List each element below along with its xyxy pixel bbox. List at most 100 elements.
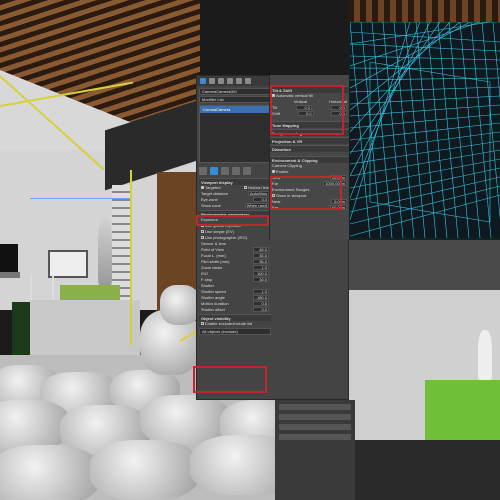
show-end-result-icon[interactable] bbox=[210, 167, 218, 175]
picture-frame bbox=[48, 250, 88, 278]
motion-duration-value[interactable]: 0.5 bbox=[253, 301, 269, 306]
remove-modifier-icon[interactable] bbox=[232, 167, 240, 175]
checkbox-icon[interactable] bbox=[201, 322, 204, 326]
label: Shutter offset bbox=[201, 307, 225, 312]
tilt-shift-rollout[interactable]: Tilt & Shift bbox=[270, 86, 349, 93]
distortion-rollout[interactable]: Distortion bbox=[270, 145, 349, 152]
wireframe-edge bbox=[350, 22, 371, 238]
left-rollout-column: CameraCamera001 Modifier List CoronaCame… bbox=[199, 87, 271, 336]
photographic-rollout[interactable]: Photographic parameters bbox=[199, 210, 271, 217]
wireframe-edge bbox=[437, 22, 459, 238]
radio-icon[interactable] bbox=[201, 236, 204, 240]
shift-horizontal-value[interactable]: 0.0 bbox=[330, 111, 347, 116]
eye-zone-value[interactable]: 0.0 bbox=[253, 197, 269, 202]
stack-icon-row bbox=[199, 165, 271, 177]
checkbox-icon[interactable] bbox=[272, 94, 275, 98]
show-cone-row: Show cone When used bbox=[199, 203, 271, 209]
camera-frustum-line bbox=[130, 170, 132, 345]
wireframe-edge bbox=[360, 22, 382, 238]
wireframe-viewport bbox=[350, 22, 500, 238]
zoom-value[interactable]: 1.0 bbox=[253, 265, 269, 270]
wireframe-edge bbox=[350, 158, 500, 189]
viewport-display-rollout[interactable]: Viewport display bbox=[199, 178, 271, 185]
tilt-vertical-value[interactable]: 0.0 bbox=[296, 105, 313, 110]
env-far-value[interactable]: 100.0cm bbox=[327, 205, 347, 210]
label: Use global exposure bbox=[205, 223, 242, 228]
far-clip-value[interactable]: 1000.00cm bbox=[323, 181, 347, 186]
postprocessing-rollout[interactable]: Postprocessing bbox=[270, 129, 349, 136]
projection-vr-rollout[interactable]: Projection & VR bbox=[270, 137, 349, 144]
checkbox-icon[interactable] bbox=[272, 170, 275, 174]
wireframe-edge bbox=[350, 95, 500, 105]
pin-icon[interactable] bbox=[199, 167, 207, 175]
label: Use simple (EV) bbox=[205, 229, 234, 234]
label: Shift bbox=[272, 111, 281, 116]
lower-panel bbox=[275, 400, 355, 500]
motion-tab-icon[interactable] bbox=[227, 78, 233, 84]
modifier-stack-item[interactable]: CoronaCamera bbox=[200, 106, 270, 113]
create-tab-icon[interactable] bbox=[200, 78, 206, 84]
exclude-include-row[interactable]: Enable exclude/include list bbox=[199, 321, 271, 327]
tilt-horizontal-value[interactable]: 0.0 bbox=[331, 105, 347, 110]
plant-vase bbox=[98, 215, 112, 285]
wireframe-edge bbox=[350, 149, 500, 177]
target-distance-value[interactable]: Auto/Man bbox=[247, 191, 269, 196]
configure-icon[interactable] bbox=[243, 167, 251, 175]
checkbox-icon[interactable] bbox=[272, 194, 275, 198]
show-cone-dropdown[interactable]: When used bbox=[244, 203, 269, 208]
label: Far bbox=[272, 205, 278, 210]
modifier-list-dropdown[interactable]: Modifier List bbox=[199, 96, 271, 103]
focal-value[interactable]: 35.0 bbox=[253, 253, 269, 258]
label: Use photographic (ISO) bbox=[205, 235, 248, 240]
wireframe-drawing bbox=[350, 22, 500, 238]
film-value[interactable]: 36.0 bbox=[253, 259, 269, 264]
modify-tab-icon[interactable] bbox=[209, 78, 215, 84]
tv-stand bbox=[0, 272, 20, 278]
shift-vertical-value[interactable]: 0.0 bbox=[297, 111, 314, 116]
near-clip-value[interactable]: 30.0cm bbox=[329, 175, 347, 180]
radio-icon[interactable] bbox=[201, 230, 204, 234]
shutter-angle-value[interactable]: 180.0 bbox=[253, 295, 269, 300]
checkbox-icon[interactable] bbox=[243, 186, 247, 190]
shutter-offset-value[interactable]: 0.0 bbox=[253, 307, 269, 312]
shaded-ceiling bbox=[348, 240, 500, 290]
wireframe-edge bbox=[350, 104, 500, 117]
label: Automatic vertical tilt bbox=[276, 93, 313, 98]
wireframe-edge bbox=[350, 122, 500, 141]
tone-mapping-rollout[interactable]: Tone Mapping bbox=[270, 121, 349, 128]
object-name-field[interactable]: CameraCamera001 bbox=[199, 88, 271, 95]
label: Enable exclude/include list bbox=[205, 321, 253, 326]
fstop-value[interactable]: 16.0 bbox=[253, 277, 269, 282]
label: Show in viewport bbox=[276, 193, 307, 198]
right-rollout-column: Tilt & Shift Automatic vertical tilt Ver… bbox=[269, 75, 349, 240]
wireframe-edge bbox=[350, 22, 451, 133]
fov-value[interactable]: 45.0 bbox=[253, 247, 269, 252]
utilities-tab-icon[interactable] bbox=[245, 78, 251, 84]
object-visibility-rollout[interactable]: Object visibility bbox=[199, 314, 271, 321]
wireframe-edge bbox=[350, 185, 500, 225]
wireframe-edge bbox=[350, 67, 500, 70]
checkbox-icon[interactable] bbox=[201, 186, 204, 190]
wireframe-edge bbox=[369, 201, 491, 223]
tv-screen bbox=[0, 244, 18, 274]
hierarchy-tab-icon[interactable] bbox=[218, 78, 224, 84]
lower-panel-row bbox=[279, 434, 351, 440]
wireframe-edge bbox=[404, 22, 426, 238]
exclude-list-button[interactable]: All objects (exclude) bbox=[199, 328, 271, 335]
radio-icon[interactable] bbox=[201, 224, 204, 228]
pillow bbox=[90, 440, 200, 500]
make-unique-icon[interactable] bbox=[221, 167, 229, 175]
shutter-speed-value[interactable]: 1.0 bbox=[253, 289, 269, 294]
environment-clipping-rollout[interactable]: Environment & Clipping bbox=[270, 156, 349, 163]
shaded-floor bbox=[348, 440, 500, 500]
pillow bbox=[160, 285, 200, 325]
iso-value[interactable]: 100.0 bbox=[253, 271, 269, 276]
display-tab-icon[interactable] bbox=[236, 78, 242, 84]
env-near-value[interactable]: 0.0cm bbox=[331, 199, 347, 204]
wireframe-edge bbox=[481, 22, 500, 220]
wireframe-edge bbox=[350, 22, 421, 199]
lower-panel-row bbox=[279, 414, 351, 420]
wireframe-edge bbox=[350, 22, 431, 177]
label: Enable bbox=[276, 169, 289, 174]
